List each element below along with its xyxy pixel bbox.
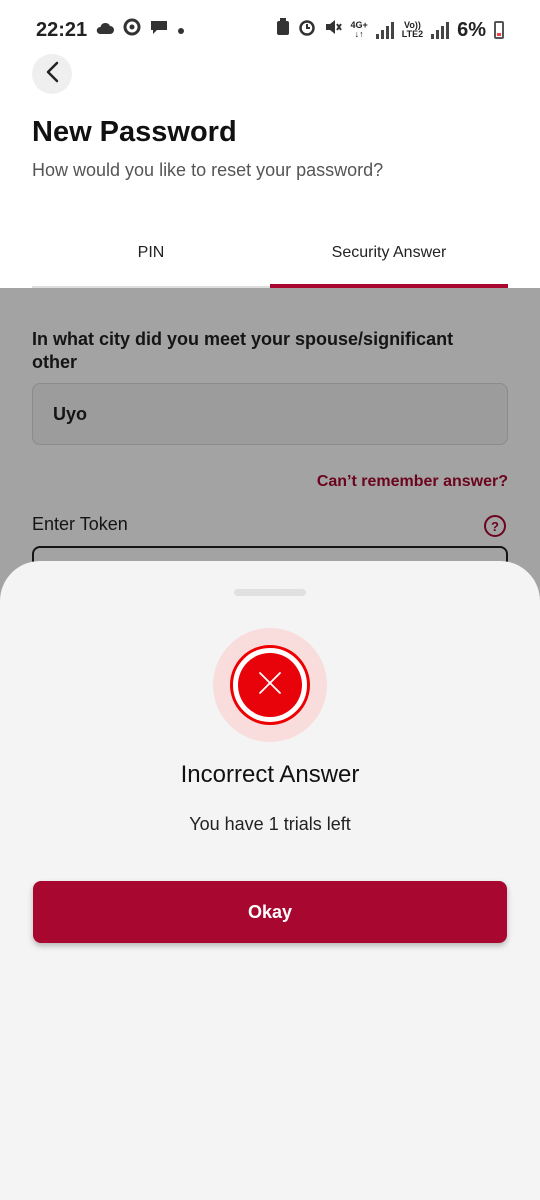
mute-icon [324,18,343,42]
signal-strength-2-icon [431,21,450,39]
tab-pin[interactable]: PIN [32,244,270,288]
battery-percent: 6% [457,18,486,41]
chevron-left-icon [45,61,59,88]
tab-pin-label: PIN [137,244,165,261]
status-right: 4G+ ↓↑ Vo)) LTE2 6% [276,18,504,42]
status-bar: 22:21 4G+ ↓↑ Vo)) LTE2 6% [0,0,540,60]
signal-strength-icon [375,21,394,39]
page-title: New Password [32,116,237,148]
chat-icon [149,19,169,41]
sheet-drag-handle[interactable] [234,589,306,596]
tab-security-answer-label: Security Answer [331,244,447,261]
error-icon-container [213,628,327,742]
cloud-icon [95,19,115,41]
error-x-icon [258,671,282,700]
battery-icon [494,21,504,39]
lock-screen-icon [276,18,290,42]
back-button[interactable] [32,54,72,94]
dialog-title: Incorrect Answer [180,761,360,788]
volte-indicator: Vo)) LTE2 [401,20,424,39]
network-type: 4G+ ↓↑ [350,20,368,39]
notification-dot-icon [177,19,185,41]
okay-button[interactable]: Okay [33,881,507,943]
page-subtitle: How would you like to reset your passwor… [32,160,384,180]
sync-icon [123,18,141,42]
reset-method-tabs: PIN Security Answer [32,244,508,288]
error-bottom-sheet: Incorrect Answer You have 1 trials left … [0,561,540,1200]
status-time: 22:21 [36,18,88,41]
tab-security-answer[interactable]: Security Answer [270,244,508,288]
dialog-message: You have 1 trials left [189,814,351,834]
alarm-icon [298,18,316,42]
status-left: 22:21 [36,18,185,42]
